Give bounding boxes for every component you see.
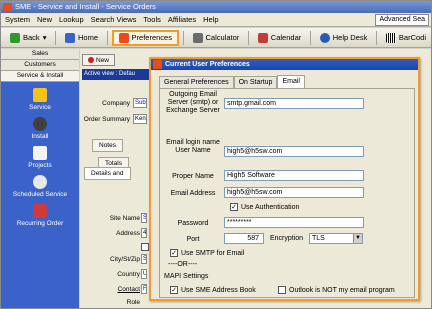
contact-field[interactable]: F xyxy=(141,284,147,294)
menu-lookup[interactable]: Lookup xyxy=(59,15,84,24)
order-summary-field[interactable]: Kenc xyxy=(133,114,147,124)
use-smtp-checkbox[interactable]: ✓ Use SMTP for Email xyxy=(170,249,244,257)
calendar-button[interactable]: Calendar xyxy=(253,30,306,46)
checkmark-icon: ✓ xyxy=(230,203,238,211)
menu-search-views[interactable]: Search Views xyxy=(91,15,137,24)
user-preferences-dialog: Current User Preferences General Prefere… xyxy=(149,57,420,301)
calculator-button[interactable]: Calculator xyxy=(188,30,245,46)
mapi-settings-label: MAPI Settings xyxy=(164,273,209,280)
tab-general-preferences[interactable]: General Preferences xyxy=(159,76,234,88)
new-button[interactable]: New xyxy=(82,54,116,66)
dialog-title: Current User Preferences xyxy=(165,61,250,68)
company-label: Company xyxy=(102,100,130,107)
title-bar: SME - Service and Install - Service Orde… xyxy=(1,1,431,13)
barcode-button[interactable]: BarCodi xyxy=(381,30,431,46)
email-address-input[interactable]: high5@h5sw.com xyxy=(224,187,364,198)
checkmark-icon: ✓ xyxy=(170,286,178,294)
toolbar: Back ▾ Home Preferences Calculator Calen… xyxy=(1,28,431,48)
email-login-label: Email login name User Name xyxy=(166,139,220,154)
nav-customers[interactable]: Customers xyxy=(1,60,79,71)
warning-icon xyxy=(33,88,47,102)
recurring-icon xyxy=(33,204,47,218)
home-button[interactable]: Home xyxy=(60,30,103,46)
new-icon xyxy=(88,57,94,63)
menu-help[interactable]: Help xyxy=(203,15,218,24)
help-icon xyxy=(319,32,330,43)
site-name-label: Site Name xyxy=(109,215,140,222)
sidebar-item-projects[interactable]: Projects xyxy=(1,146,79,169)
back-button[interactable]: Back ▾ xyxy=(5,30,51,46)
nav-sales[interactable]: Sales xyxy=(1,49,79,60)
window-title: SME - Service and Install - Service Orde… xyxy=(15,2,156,11)
proper-name-input[interactable]: High5 Software xyxy=(224,170,364,181)
preferences-button[interactable]: Preferences xyxy=(111,29,179,46)
email-address-label: Email Address xyxy=(170,190,216,197)
order-summary-label: Order Summary xyxy=(83,116,130,123)
tab-email[interactable]: Email xyxy=(277,75,305,88)
sidebar-item-recurring-order[interactable]: Recurring Order xyxy=(1,204,79,227)
chevron-down-icon: ▾ xyxy=(42,33,47,42)
tab-notes[interactable]: Notes xyxy=(92,139,123,152)
city-state-zip-label: City/St/Zip xyxy=(110,256,140,263)
dialog-title-bar: Current User Preferences xyxy=(151,59,418,70)
email-tab-panel: Outgoing Email Server (smtp) or Exchange… xyxy=(159,88,415,298)
menu-bar: System New Lookup Search Views Tools Aff… xyxy=(1,13,431,27)
sidebar-item-scheduled-service[interactable]: Scheduled Service xyxy=(1,175,79,198)
use-sme-address-book-checkbox[interactable]: ✓ Use SME Address Book xyxy=(170,286,256,294)
encryption-select[interactable]: TLS ▼ xyxy=(309,233,363,244)
sidebar-item-service[interactable]: Service xyxy=(1,88,79,111)
outgoing-server-input[interactable]: smtp.gmail.com xyxy=(224,98,364,109)
nav-service-install[interactable]: Service & Install xyxy=(1,71,79,82)
tab-on-startup[interactable]: On Startup xyxy=(233,76,278,88)
dialog-app-icon xyxy=(153,60,162,69)
main-checkbox-1[interactable] xyxy=(141,243,149,251)
calendar-icon xyxy=(257,32,268,43)
contact-label[interactable]: Contact xyxy=(94,286,140,293)
port-label: Port xyxy=(186,236,200,243)
preferences-icon xyxy=(118,32,129,43)
chevron-down-icon: ▼ xyxy=(353,234,362,243)
tab-details[interactable]: Details and xyxy=(84,167,131,180)
encryption-label: Encryption xyxy=(270,235,304,242)
country-label: Country xyxy=(117,271,140,278)
menu-affiliates[interactable]: Affiliates xyxy=(168,15,196,24)
role-label: Role xyxy=(126,299,140,306)
address-label: Address xyxy=(116,230,140,237)
app-window: SME - Service and Install - Service Orde… xyxy=(0,0,432,309)
menu-tools[interactable]: Tools xyxy=(143,15,161,24)
app-icon xyxy=(3,3,12,11)
clock-icon xyxy=(33,175,47,189)
document-icon xyxy=(33,146,47,160)
country-field[interactable]: U xyxy=(141,269,147,279)
checkmark-icon: ✓ xyxy=(170,249,178,257)
port-input[interactable]: 587 xyxy=(224,233,264,244)
company-field[interactable]: Subi xyxy=(133,98,147,108)
use-authentication-checkbox[interactable]: ✓ Use Authentication xyxy=(230,203,299,211)
home-icon xyxy=(64,32,75,43)
proper-name-label: Proper Name xyxy=(172,173,214,180)
sidebar: Sales Customers Service & Install Servic… xyxy=(1,49,79,308)
outgoing-server-label: Outgoing Email Server (smtp) or Exchange… xyxy=(166,91,220,114)
site-name-field[interactable]: S xyxy=(141,213,147,223)
email-login-input[interactable]: high5@h5sw.com xyxy=(224,146,364,157)
outlook-not-email-checkbox[interactable]: Outlook is NOT my email program xyxy=(278,286,395,294)
back-arrow-icon xyxy=(10,32,20,43)
or-separator: ----OR---- xyxy=(168,261,198,268)
help-desk-button[interactable]: Help Desk xyxy=(315,30,373,46)
new-bar: New xyxy=(82,53,116,67)
advanced-search-button[interactable]: Advanced Sea xyxy=(375,14,429,26)
password-label: Password xyxy=(177,220,209,227)
sidebar-item-install[interactable]: Install xyxy=(1,117,79,140)
calculator-icon xyxy=(192,32,203,43)
menu-new[interactable]: New xyxy=(37,15,52,24)
tools-icon xyxy=(33,117,47,131)
city-state-zip-field[interactable]: S xyxy=(141,254,147,264)
password-input[interactable]: ********* xyxy=(224,217,364,228)
barcode-icon xyxy=(385,32,396,43)
menu-system[interactable]: System xyxy=(5,15,30,24)
address-field[interactable]: 4 xyxy=(141,228,147,238)
